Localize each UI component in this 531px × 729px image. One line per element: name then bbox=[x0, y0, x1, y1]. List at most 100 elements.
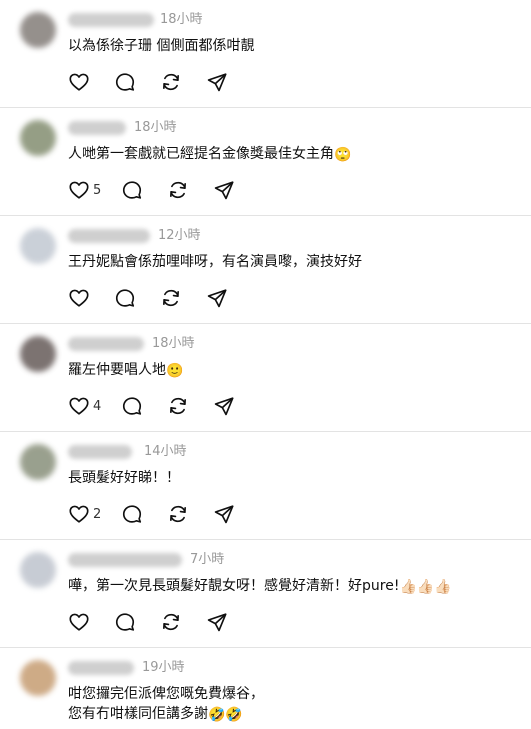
like-count: 2 bbox=[93, 506, 102, 522]
comment-button[interactable] bbox=[114, 71, 136, 93]
share-button[interactable] bbox=[213, 395, 235, 417]
like-button[interactable]: 5 bbox=[68, 179, 101, 201]
comment-item: 18小時 人哋第一套戲就已經提名金像獎最佳女主角🙄 5 bbox=[0, 108, 531, 216]
comment-item: 19小時 咁您攞完佢派俾您嘅免費爆谷， 您有冇咁樣同佢講多謝🤣🤣 bbox=[0, 648, 531, 729]
like-button[interactable]: 2 bbox=[68, 503, 101, 525]
heart-icon bbox=[69, 73, 89, 91]
avatar[interactable] bbox=[20, 660, 56, 696]
heart-icon bbox=[69, 181, 89, 199]
repost-icon bbox=[163, 613, 179, 631]
timestamp[interactable]: 18小時 bbox=[134, 120, 177, 136]
heart-icon bbox=[69, 505, 89, 523]
action-bar bbox=[68, 71, 252, 93]
repost-button[interactable] bbox=[160, 71, 182, 93]
avatar[interactable] bbox=[20, 336, 56, 372]
timestamp[interactable]: 18小時 bbox=[152, 336, 195, 352]
comment-item: 14小時 長頭髮好好睇！！ 2 bbox=[0, 432, 531, 540]
action-bar bbox=[68, 611, 252, 633]
avatar[interactable] bbox=[20, 444, 56, 480]
comment-text-line: 羅左仲要唱人地 bbox=[68, 362, 166, 378]
like-button[interactable] bbox=[68, 71, 90, 93]
share-icon bbox=[207, 289, 227, 308]
comment-button[interactable] bbox=[121, 395, 143, 417]
username[interactable] bbox=[68, 13, 154, 27]
share-icon bbox=[207, 613, 227, 632]
comment-button[interactable] bbox=[121, 179, 143, 201]
comment-button[interactable] bbox=[114, 287, 136, 309]
emoji: 🙄 bbox=[334, 147, 352, 163]
comment-icon bbox=[123, 505, 142, 523]
comment-text-line: 長頭髮好好睇！！ bbox=[68, 470, 180, 486]
share-icon bbox=[215, 505, 234, 524]
repost-button[interactable] bbox=[160, 287, 182, 309]
timestamp[interactable]: 19小時 bbox=[142, 660, 185, 676]
comment-text-line-2: 您有冇咁樣同佢講多謝🤣🤣 bbox=[68, 704, 264, 724]
username[interactable] bbox=[68, 661, 134, 675]
repost-button[interactable] bbox=[167, 503, 189, 525]
share-button[interactable] bbox=[213, 179, 235, 201]
repost-button[interactable] bbox=[167, 395, 189, 417]
comment-button[interactable] bbox=[114, 611, 136, 633]
avatar[interactable] bbox=[20, 552, 56, 588]
like-button[interactable] bbox=[68, 287, 90, 309]
comment-text: 咁您攞完佢派俾您嘅免費爆谷， 您有冇咁樣同佢講多謝🤣🤣 bbox=[68, 684, 264, 724]
comment-text-line: 王丹妮點會係茄哩啡呀，有名演員嚟，演技好好 bbox=[68, 254, 362, 270]
comment-text: 王丹妮點會係茄哩啡呀，有名演員嚟，演技好好 bbox=[68, 252, 362, 272]
share-button[interactable] bbox=[206, 71, 228, 93]
repost-icon bbox=[170, 397, 187, 415]
like-count: 5 bbox=[93, 182, 102, 198]
username[interactable] bbox=[68, 337, 144, 351]
repost-button[interactable] bbox=[160, 611, 182, 633]
repost-button[interactable] bbox=[167, 179, 189, 201]
share-icon bbox=[215, 397, 234, 416]
comment-icon bbox=[115, 613, 135, 631]
share-button[interactable] bbox=[206, 611, 228, 633]
action-bar bbox=[68, 287, 252, 309]
repost-icon bbox=[163, 73, 179, 91]
repost-icon bbox=[170, 505, 187, 523]
comment-icon bbox=[123, 181, 142, 199]
emoji: 🙂 bbox=[166, 363, 184, 379]
comment-item: 12小時 王丹妮點會係茄哩啡呀，有名演員嚟，演技好好 bbox=[0, 216, 531, 324]
username[interactable] bbox=[68, 445, 132, 459]
username[interactable] bbox=[68, 229, 150, 243]
share-icon bbox=[207, 73, 227, 92]
action-bar: 4 bbox=[68, 395, 259, 417]
avatar[interactable] bbox=[20, 120, 56, 156]
comment-item: 18小時 羅左仲要唱人地🙂 4 bbox=[0, 324, 531, 432]
share-button[interactable] bbox=[206, 287, 228, 309]
heart-icon bbox=[69, 397, 89, 415]
share-icon bbox=[215, 181, 234, 200]
comment-item: 18小時 以為係徐子珊 個側面都係咁靚 bbox=[0, 0, 531, 108]
comment-item: 7小時 嘩，第一次見長頭髮好靚女呀！感覺好清新！好pure!👍🏻👍🏻👍🏻 bbox=[0, 540, 531, 648]
comment-button[interactable] bbox=[121, 503, 143, 525]
timestamp[interactable]: 14小時 bbox=[144, 444, 187, 460]
timestamp[interactable]: 7小時 bbox=[190, 552, 224, 568]
like-button[interactable]: 4 bbox=[68, 395, 101, 417]
comment-icon bbox=[123, 397, 142, 415]
timestamp[interactable]: 18小時 bbox=[160, 12, 203, 28]
repost-icon bbox=[163, 289, 179, 307]
heart-icon bbox=[69, 613, 89, 631]
username[interactable] bbox=[68, 553, 182, 567]
comment-text: 人哋第一套戲就已經提名金像獎最佳女主角🙄 bbox=[68, 144, 351, 164]
avatar[interactable] bbox=[20, 228, 56, 264]
action-bar: 2 bbox=[68, 503, 259, 525]
avatar[interactable] bbox=[20, 12, 56, 48]
comment-text-line: 人哋第一套戲就已經提名金像獎最佳女主角 bbox=[68, 146, 334, 162]
heart-icon bbox=[69, 289, 89, 307]
comment-text: 以為係徐子珊 個側面都係咁靚 bbox=[68, 36, 254, 56]
like-button[interactable] bbox=[68, 611, 90, 633]
comment-text: 羅左仲要唱人地🙂 bbox=[68, 360, 183, 380]
action-bar: 5 bbox=[68, 179, 259, 201]
comment-icon bbox=[115, 289, 135, 307]
comment-text-line: 以為係徐子珊 個側面都係咁靚 bbox=[68, 38, 255, 54]
comment-text: 長頭髮好好睇！！ bbox=[68, 468, 180, 488]
username[interactable] bbox=[68, 121, 126, 135]
comment-text-line: 咁您攞完佢派俾您嘅免費爆谷， bbox=[68, 686, 264, 702]
comment-feed: 18小時 以為係徐子珊 個側面都係咁靚 18小時 人哋第一套戲就已經提名金像獎最… bbox=[0, 0, 531, 729]
timestamp[interactable]: 12小時 bbox=[158, 228, 201, 244]
share-button[interactable] bbox=[213, 503, 235, 525]
emoji: 🤣🤣 bbox=[208, 707, 243, 723]
emoji: 👍🏻👍🏻👍🏻 bbox=[399, 579, 452, 595]
